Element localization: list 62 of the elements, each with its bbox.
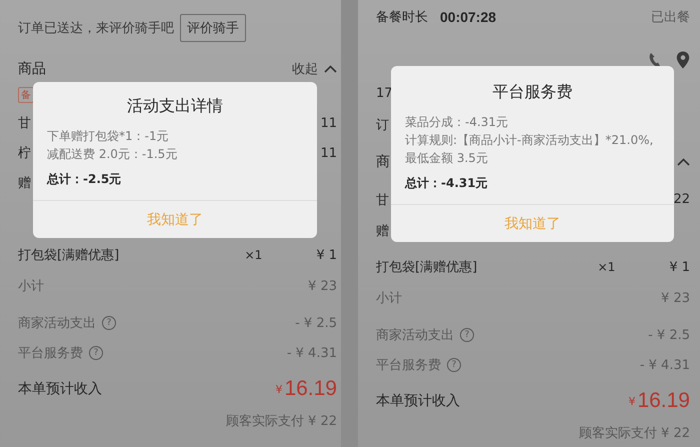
item-price: ¥ 1 [316, 248, 337, 262]
detail-line: 计算规则:【商品小计-商家活动支出】*21.0%, 最低金额 3.5元 [405, 132, 654, 167]
subtotal-value: ¥ 23 [308, 278, 337, 294]
fee-value: - ¥ 4.31 [640, 358, 690, 372]
help-button[interactable]: ? [460, 328, 474, 342]
fee-value: - ¥ 2.5 [648, 328, 690, 342]
item-name: 赠 [376, 222, 389, 240]
help-button[interactable]: ? [447, 358, 461, 372]
ok-button[interactable]: 我知道了 [391, 204, 674, 242]
timer-label: 备餐时长 [376, 9, 428, 26]
subtotal-value: ¥ 23 [661, 290, 690, 306]
fee-label: 平台服务费 [18, 345, 83, 362]
fee-label: 商家活动支出 [18, 315, 96, 332]
customer-paid: 顾客实际支付 ¥ 22 [578, 425, 690, 442]
order-status: 已出餐 [651, 9, 690, 26]
location-pin-icon[interactable] [676, 51, 690, 69]
dialog-title: 平台服务费 [492, 81, 574, 103]
chevron-up-icon[interactable] [324, 65, 337, 73]
detail-line: 减配送费 2.0元：-1.5元 [47, 146, 178, 163]
notice-text: 订单已送达，来评价骑手吧 [18, 20, 174, 37]
item-name: 订 [376, 116, 389, 134]
dialog-total: 总计：-2.5元 [47, 171, 122, 188]
item-name: 打包袋[满赠优惠] [18, 247, 120, 264]
section-title: 商 [376, 153, 390, 171]
fee-value: - ¥ 2.5 [295, 316, 337, 330]
ok-button[interactable]: 我知道了 [33, 200, 317, 238]
item-name: 17 [376, 86, 393, 101]
detail-line: 下单赠打包袋*1：-1元 [47, 128, 170, 145]
item-name: 甘 [376, 192, 389, 208]
subtotal-label: 小计 [376, 290, 402, 307]
help-button[interactable]: ? [102, 316, 116, 330]
subtotal-label: 小计 [18, 278, 44, 295]
customer-paid: 顾客实际支付 ¥ 22 [226, 413, 337, 430]
section-title: 商品 [18, 60, 46, 78]
fee-label: 平台服务费 [376, 357, 441, 374]
income-amount: 16.19 [637, 389, 690, 413]
chevron-up-icon[interactable] [677, 158, 690, 166]
detail-line: 菜品分成：-4.31元 [405, 114, 510, 131]
timer-value: 00:07:28 [440, 9, 496, 25]
currency-sign: ¥ [275, 383, 282, 396]
item-name: 甘 [18, 115, 31, 132]
income-amount: 16.19 [284, 377, 337, 401]
fee-value: - ¥ 4.31 [286, 346, 337, 360]
item-name: 赠 [18, 175, 31, 192]
item-name: 柠 [18, 145, 31, 162]
item-quantity: ×1 [598, 260, 616, 274]
income-label: 本单预计收入 [18, 380, 102, 398]
fee-label: 商家活动支出 [376, 327, 454, 344]
rate-rider-button[interactable]: 评价骑手 [180, 14, 246, 42]
item-price: 11 [320, 116, 337, 130]
currency-sign: ¥ [628, 395, 636, 408]
phone-icon[interactable] [648, 52, 662, 68]
help-button[interactable]: ? [89, 346, 103, 360]
collapse-link[interactable]: 收起 [292, 60, 318, 78]
dialog-total: 总计：-4.31元 [405, 175, 489, 192]
item-name: 打包袋[满赠优惠] [376, 259, 478, 276]
income-label: 本单预计收入 [376, 392, 460, 410]
item-quantity: ×1 [244, 248, 262, 262]
item-price: ¥ 1 [669, 260, 690, 274]
dialog-title: 活动支出详情 [126, 95, 224, 117]
item-price: 22 [673, 192, 690, 207]
item-price: 11 [320, 146, 337, 160]
